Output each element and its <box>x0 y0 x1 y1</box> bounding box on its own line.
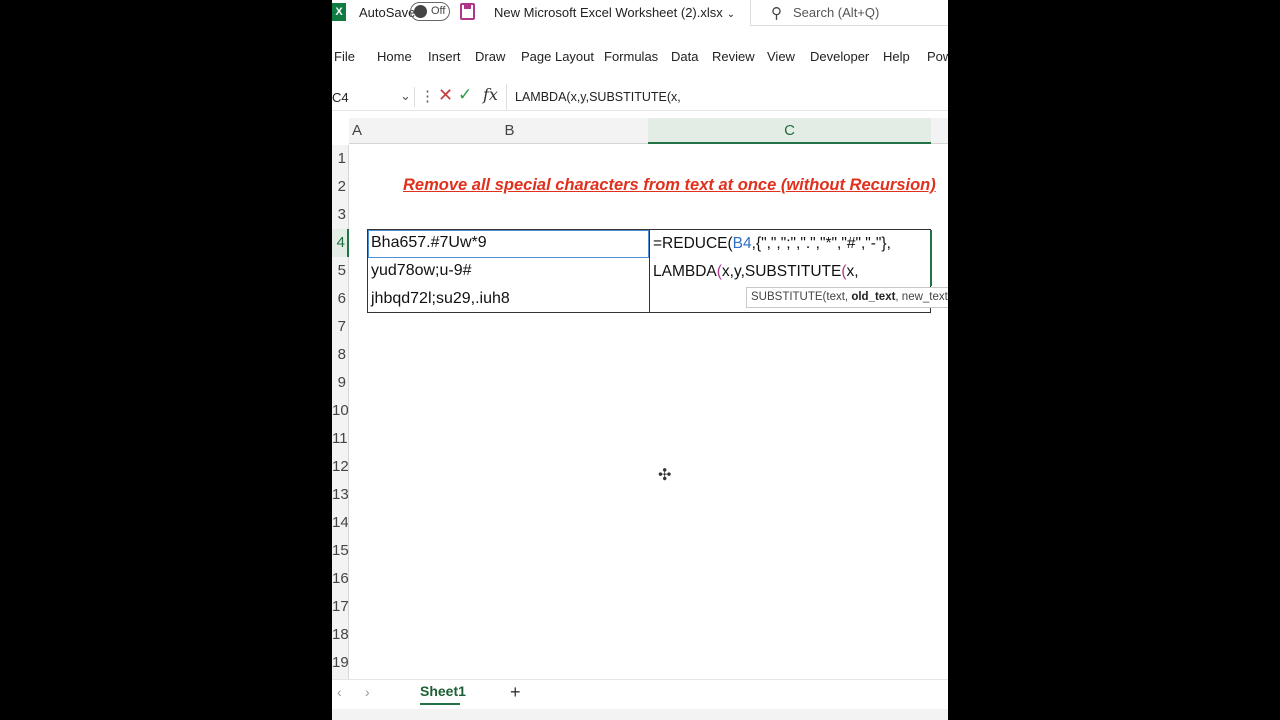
column-header-c[interactable]: C <box>648 118 931 144</box>
row-header[interactable]: 12 <box>332 453 349 481</box>
search-box[interactable]: ⚲ Search (Alt+Q) <box>750 0 948 26</box>
sheet-title[interactable]: Remove all special characters from text … <box>403 176 936 195</box>
row-header[interactable]: 7 <box>332 313 349 341</box>
row-header[interactable]: 1 <box>332 145 349 173</box>
tab-review[interactable]: Review <box>712 49 755 64</box>
tab-page-layout[interactable]: Page Layout <box>521 49 594 64</box>
save-icon[interactable] <box>460 3 475 20</box>
tooltip-prefix: SUBSTITUTE(text, <box>751 291 852 303</box>
row-header[interactable]: 8 <box>332 341 349 369</box>
tab-developer[interactable]: Developer <box>810 49 869 64</box>
autosave-toggle[interactable]: Off <box>410 2 450 21</box>
cell-b5[interactable]: yud78ow;u-9# <box>371 262 472 280</box>
row-header[interactable]: 4 <box>332 229 349 257</box>
search-placeholder: Search (Alt+Q) <box>793 5 880 20</box>
active-sheet-underline <box>420 703 460 705</box>
formula-substitute-args: x, <box>846 263 859 280</box>
tab-formulas[interactable]: Formulas <box>604 49 658 64</box>
row-header[interactable]: 11 <box>332 425 349 453</box>
excel-window: X AutoSave Off New Microsoft Excel Works… <box>332 0 948 720</box>
enter-check-icon[interactable]: ✓ <box>458 85 472 105</box>
row-header[interactable]: 10 <box>332 397 349 425</box>
cell-cursor-icon: ✣ <box>658 467 672 484</box>
toggle-knob <box>414 5 427 18</box>
tab-data[interactable]: Data <box>671 49 698 64</box>
tab-file[interactable]: File <box>334 49 355 64</box>
ribbon-tabs: File Home Insert Draw Page Layout Formul… <box>332 44 948 72</box>
formula-lambda-args: x,y,SUBSTITUTE <box>721 263 842 280</box>
cell-c4-editing[interactable]: =REDUCE(B4,{",",";",".","*","#","-"}, LA… <box>650 230 932 286</box>
next-sheet-icon[interactable]: › <box>365 684 370 700</box>
row-header[interactable]: 16 <box>332 565 349 593</box>
formula-fn: =REDUCE( <box>653 235 733 252</box>
tooltip-suffix: , new_text, [inst <box>895 291 948 303</box>
formula-input[interactable]: LAMBDA(x,y,SUBSTITUTE(x, <box>506 84 948 110</box>
tab-view[interactable]: View <box>767 49 795 64</box>
tab-home[interactable]: Home <box>377 49 412 64</box>
file-name[interactable]: New Microsoft Excel Worksheet (2).xlsx ⌄ <box>494 5 735 20</box>
autosave-label: AutoSave <box>359 5 416 20</box>
cell-b4[interactable]: Bha657.#7Uw*9 <box>371 234 487 252</box>
function-tooltip[interactable]: SUBSTITUTE(text, old_text, new_text, [in… <box>746 287 948 308</box>
title-bar: X AutoSave Off New Microsoft Excel Works… <box>332 0 948 26</box>
previous-sheet-icon[interactable]: ‹ <box>337 684 342 700</box>
row-header[interactable]: 15 <box>332 537 349 565</box>
name-box-value: C4 <box>332 90 349 105</box>
formula-line-2: LAMBDA(x,y,SUBSTITUTE(x, <box>653 263 859 281</box>
autosave-state: Off <box>431 5 446 17</box>
column-header-b[interactable]: B <box>371 118 648 144</box>
cell-b6[interactable]: jhbqd72l;su29,.iuh8 <box>371 290 510 308</box>
row-header[interactable]: 14 <box>332 509 349 537</box>
search-icon: ⚲ <box>771 5 782 22</box>
formula-ref: B4 <box>732 235 752 252</box>
tooltip-current-arg: old_text <box>851 291 896 303</box>
row-header[interactable]: 5 <box>332 257 349 285</box>
file-name-text: New Microsoft Excel Worksheet (2).xlsx <box>494 5 723 20</box>
tab-insert[interactable]: Insert <box>428 49 461 64</box>
formula-line-1: =REDUCE(B4,{",",";",".","*","#","-"}, <box>653 235 891 253</box>
worksheet-grid[interactable] <box>349 144 948 679</box>
more-options-icon[interactable]: ⋮ <box>420 87 435 105</box>
row-header[interactable]: 18 <box>332 621 349 649</box>
name-box[interactable]: C4 ⌄ <box>332 87 415 107</box>
column-header-d[interactable] <box>931 118 948 144</box>
sheet-tab-bar: ‹ › Sheet1 + <box>332 679 948 710</box>
row-header[interactable]: 19 <box>332 649 349 679</box>
add-sheet-icon[interactable]: + <box>510 682 521 703</box>
formula-bar: C4 ⌄ ⋮ ✕ ✓ fx LAMBDA(x,y,SUBSTITUTE(x, <box>332 84 948 111</box>
chevron-down-icon: ⌄ <box>726 9 736 20</box>
sheet-tab-sheet1[interactable]: Sheet1 <box>420 683 466 699</box>
row-header[interactable]: 17 <box>332 593 349 621</box>
row-header[interactable]: 2 <box>332 173 349 201</box>
formula-text: LAMBDA(x,y,SUBSTITUTE(x, <box>515 90 681 104</box>
insert-function-icon[interactable]: fx <box>483 85 498 104</box>
chevron-down-icon[interactable]: ⌄ <box>400 88 411 104</box>
row-header[interactable]: 13 <box>332 481 349 509</box>
formula-array: ,{",",";",".","*","#","-"}, <box>751 235 891 252</box>
tab-help[interactable]: Help <box>883 49 910 64</box>
row-header[interactable]: 9 <box>332 369 349 397</box>
tab-draw[interactable]: Draw <box>475 49 505 64</box>
column-header-a[interactable]: A <box>349 118 371 144</box>
formula-lambda: LAMBDA <box>653 263 717 280</box>
cancel-icon[interactable]: ✕ <box>438 85 453 106</box>
status-bar <box>332 709 948 720</box>
row-header[interactable]: 3 <box>332 201 349 229</box>
excel-icon[interactable]: X <box>332 3 346 21</box>
row-header[interactable]: 6 <box>332 285 349 313</box>
tab-power[interactable]: Pow <box>927 49 948 64</box>
